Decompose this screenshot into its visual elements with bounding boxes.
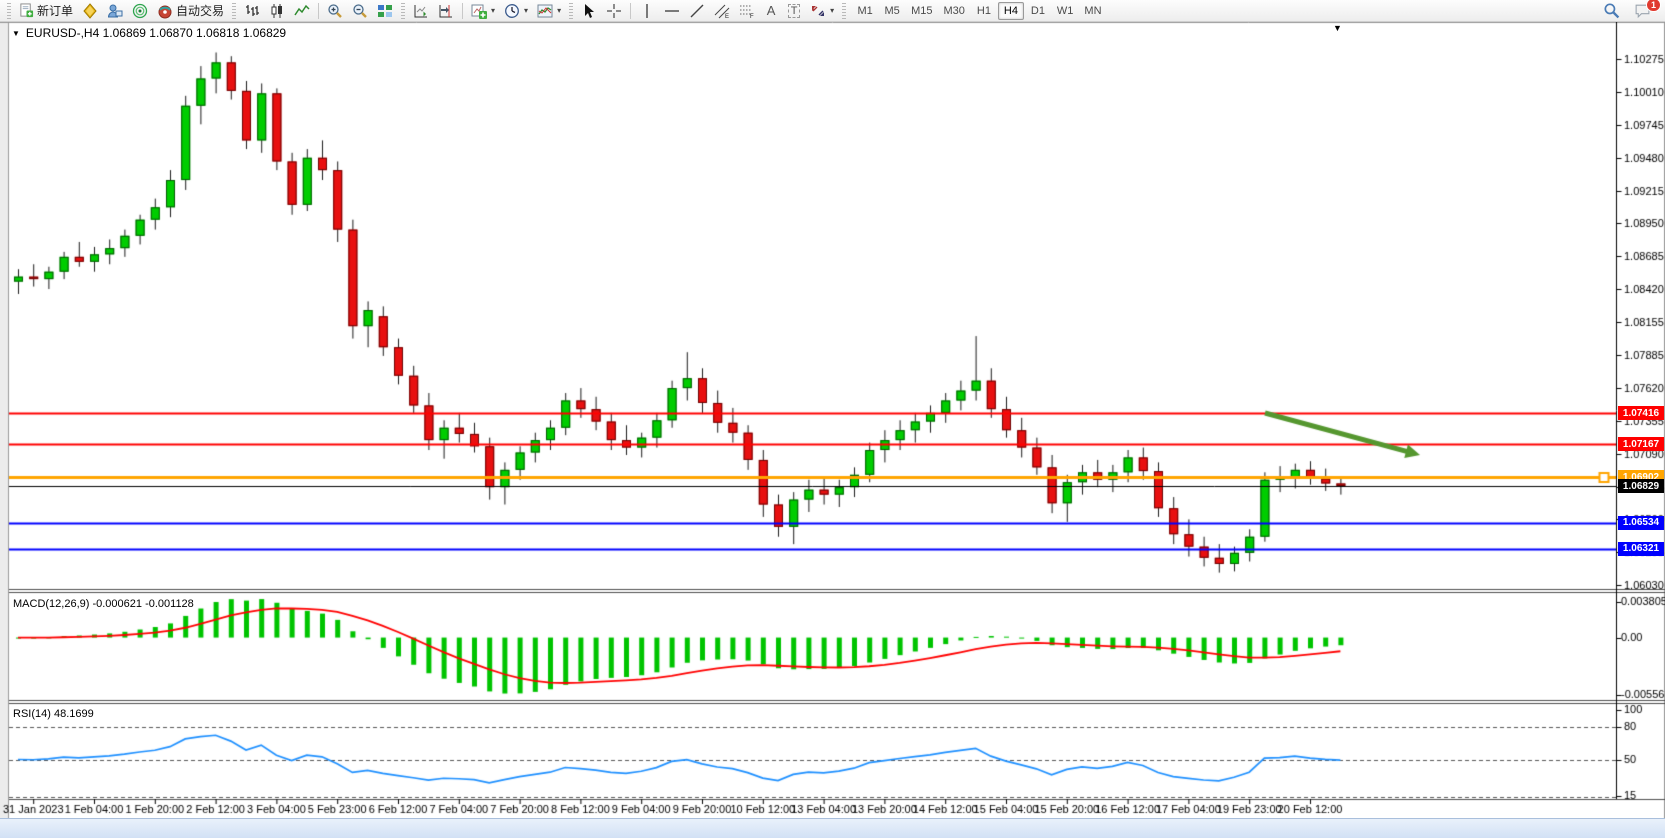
toolbar-grip — [7, 3, 11, 19]
macd-indicator-label: MACD(12,26,9) -0.000621 -0.001128 — [13, 598, 194, 610]
cursor-icon — [581, 3, 597, 19]
chart-shift-toggle[interactable] — [434, 1, 458, 21]
indicators-menu-button[interactable]: ▾ — [467, 1, 499, 21]
trendline-tool-button[interactable] — [685, 1, 709, 21]
search-icon — [1603, 2, 1620, 19]
horizontal-line-icon — [664, 3, 680, 19]
market-watch-button[interactable] — [78, 1, 102, 21]
dropdown-arrow-icon: ▾ — [491, 6, 495, 15]
auto-scroll-icon — [413, 3, 429, 19]
dropdown-arrow-icon: ▾ — [524, 6, 528, 15]
new-order-label: 新订单 — [37, 2, 73, 19]
line-chart-icon — [294, 3, 310, 19]
price-tag-1.06829[interactable]: 1.06829 — [1618, 479, 1664, 493]
timeframe-button-m1[interactable]: M1 — [852, 2, 878, 20]
tile-windows-button[interactable] — [373, 1, 397, 21]
toolbar-grip — [401, 3, 405, 19]
bar-chart-button[interactable] — [240, 1, 264, 21]
templates-icon — [537, 3, 553, 19]
crosshair-icon — [606, 3, 622, 19]
templates-menu-button[interactable]: ▾ — [533, 1, 565, 21]
toolbar-grip — [569, 3, 573, 19]
arrows-tool-icon — [810, 3, 826, 19]
navigator-icon — [107, 3, 123, 19]
timeframe-button-mn[interactable]: MN — [1079, 2, 1106, 20]
auto-scroll-toggle[interactable] — [409, 1, 433, 21]
horizontal-line-tool-button[interactable] — [660, 1, 684, 21]
toolbar-grip — [842, 3, 846, 19]
fibonacci-icon: F — [739, 3, 755, 19]
toolbar: 新订单 自动交易 — [0, 0, 1665, 22]
timeframe-button-h4[interactable]: H4 — [998, 2, 1024, 20]
chart-canvas[interactable] — [0, 22, 1665, 818]
timeframe-button-d1[interactable]: D1 — [1025, 2, 1051, 20]
crosshair-tool-button[interactable] — [602, 1, 626, 21]
search-button[interactable] — [1599, 1, 1624, 21]
arrows-tool-button[interactable]: ▾ — [806, 1, 838, 21]
status-bar — [0, 818, 1665, 838]
zoom-in-button[interactable] — [323, 1, 347, 21]
timeframe-button-m5[interactable]: M5 — [879, 2, 905, 20]
chart-collapse-icon[interactable]: ▼ — [12, 29, 20, 38]
chart-shift-marker[interactable]: ▼ — [1333, 23, 1342, 33]
clock-icon — [504, 3, 520, 19]
dropdown-arrow-icon: ▾ — [557, 6, 561, 15]
cursor-tool-button[interactable] — [577, 1, 601, 21]
channel-tool-button[interactable]: E — [710, 1, 734, 21]
chart-title: ▼ EURUSD-,H4 1.06869 1.06870 1.06818 1.0… — [12, 26, 286, 40]
line-chart-button[interactable] — [290, 1, 314, 21]
zoom-in-icon — [327, 3, 343, 19]
broadcast-icon — [132, 3, 148, 19]
toolbar-separator — [462, 3, 463, 19]
autotrading-toggle[interactable]: 自动交易 — [153, 1, 228, 21]
periods-menu-button[interactable]: ▾ — [500, 1, 532, 21]
timeframe-button-m30[interactable]: M30 — [939, 2, 970, 20]
broadcast-button[interactable] — [128, 1, 152, 21]
timeframe-group: M1M5M15M30H1H4D1W1MN — [852, 2, 1106, 20]
price-tag-1.06321[interactable]: 1.06321 — [1618, 542, 1664, 556]
svg-text:F: F — [750, 14, 754, 19]
fibonacci-tool-button[interactable]: F — [735, 1, 759, 21]
equidistant-channel-icon: E — [714, 3, 730, 19]
bar-chart-icon — [244, 3, 260, 19]
chart-title-text: EURUSD-,H4 1.06869 1.06870 1.06818 1.068… — [26, 26, 286, 40]
zoom-out-icon — [352, 3, 368, 19]
price-tag-1.06534[interactable]: 1.06534 — [1618, 516, 1664, 530]
rsi-indicator-label: RSI(14) 48.1699 — [13, 708, 94, 720]
text-tool-icon: A — [767, 3, 776, 18]
toolbar-separator — [318, 3, 319, 19]
vertical-line-tool-button[interactable] — [635, 1, 659, 21]
new-order-button[interactable]: 新订单 — [15, 1, 77, 21]
text-tool-button[interactable]: A — [760, 1, 782, 21]
autotrading-label: 自动交易 — [176, 2, 224, 19]
label-tool-icon: T — [788, 4, 801, 18]
chart-shift-icon — [438, 3, 454, 19]
toolbar-right: 1 — [1599, 1, 1661, 21]
timeframe-button-m15[interactable]: M15 — [906, 2, 937, 20]
timeframe-button-w1[interactable]: W1 — [1052, 2, 1079, 20]
vertical-line-icon — [639, 3, 655, 19]
svg-text:E: E — [725, 14, 729, 19]
trendline-icon — [689, 3, 705, 19]
zoom-out-button[interactable] — [348, 1, 372, 21]
label-tool-button[interactable]: T — [783, 1, 805, 21]
tile-windows-icon — [377, 3, 393, 19]
toolbar-grip — [232, 3, 236, 19]
dropdown-arrow-icon: ▾ — [830, 6, 834, 15]
timeframe-button-h1[interactable]: H1 — [971, 2, 997, 20]
market-watch-icon — [82, 3, 98, 19]
autotrading-icon — [157, 3, 173, 19]
notification-badge: 1 — [1646, 0, 1661, 12]
candlestick-chart-button[interactable] — [265, 1, 289, 21]
toolbar-separator — [630, 3, 631, 19]
notifications-button[interactable]: 1 — [1630, 1, 1655, 21]
price-tag-1.07167[interactable]: 1.07167 — [1618, 437, 1664, 451]
price-tag-1.07416[interactable]: 1.07416 — [1618, 406, 1664, 420]
new-order-icon — [19, 3, 34, 18]
candlestick-chart-icon — [269, 3, 285, 19]
indicators-add-icon — [471, 3, 487, 19]
navigator-button[interactable] — [103, 1, 127, 21]
